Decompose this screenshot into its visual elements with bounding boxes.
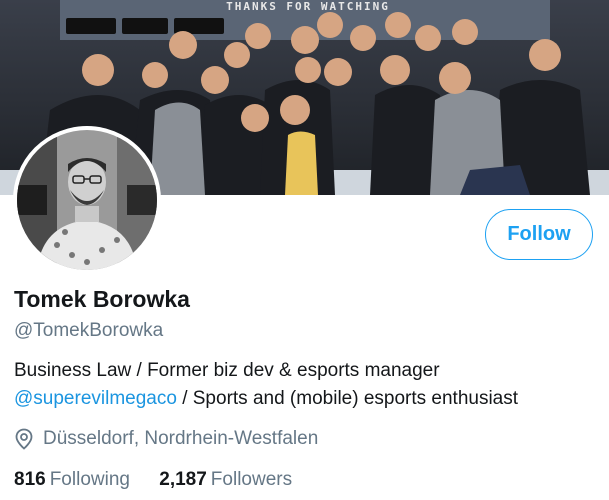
location-text: Düsseldorf, Nordrhein-Westfalen <box>43 428 319 449</box>
followers-label: Followers <box>210 469 293 490</box>
profile-bio: Business Law / Former biz dev & esports … <box>14 357 604 413</box>
followers-count: 2,187 <box>159 469 207 490</box>
bio-mention-link[interactable]: @superevilmegaco <box>14 388 177 409</box>
banner-caption: THANKS FOR WATCHING <box>226 0 390 13</box>
profile-name: Tomek Borowka <box>14 286 190 312</box>
bio-line-2: @superevilmegaco / Sports and (mobile) e… <box>14 385 604 413</box>
profile-stats: 816 Following 2,187 Followers <box>14 469 316 491</box>
following-label: Following <box>49 469 130 490</box>
bio-line-2-text: / Sports and (mobile) esports enthusiast <box>176 388 519 409</box>
profile-location: Düsseldorf, Nordrhein-Westfalen <box>14 428 318 450</box>
bio-line-1: Business Law / Former biz dev & esports … <box>14 360 440 381</box>
avatar[interactable] <box>13 126 161 274</box>
follow-button[interactable]: Follow <box>485 209 593 260</box>
following-count: 816 <box>14 469 46 490</box>
location-pin-icon <box>15 428 33 450</box>
followers-stat[interactable]: 2,187 Followers <box>159 469 292 491</box>
following-stat[interactable]: 816 Following <box>14 469 130 491</box>
avatar-photo <box>17 130 157 270</box>
profile-handle: @TomekBorowka <box>14 320 164 341</box>
